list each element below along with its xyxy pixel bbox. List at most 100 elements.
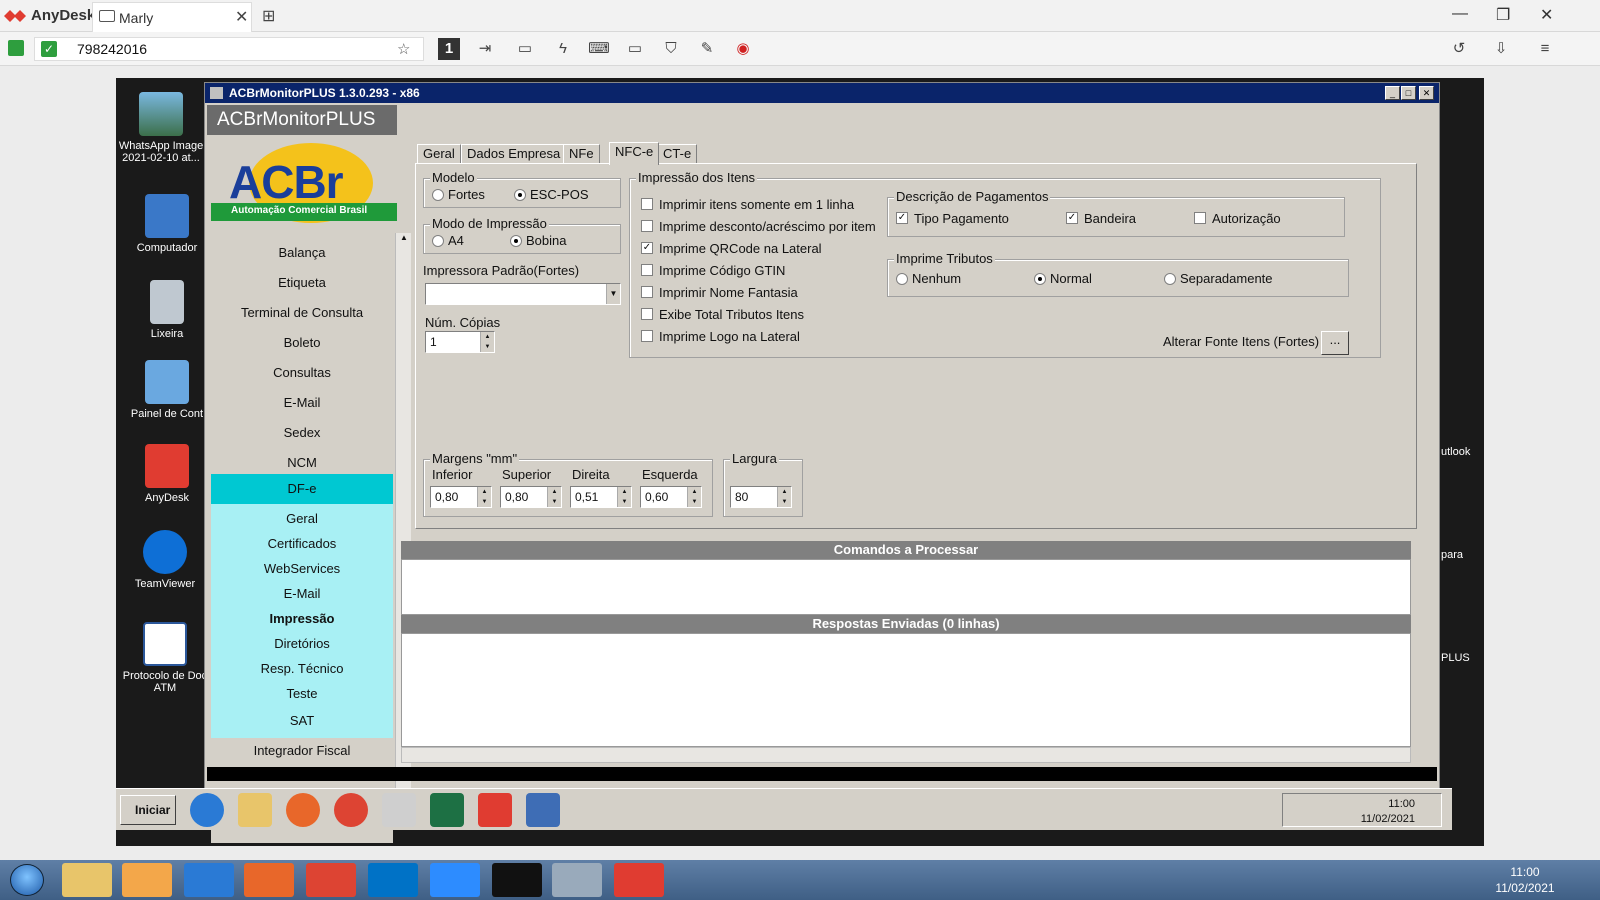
favorite-star-icon[interactable]: ☆	[397, 40, 410, 58]
outlook-icon[interactable]	[368, 863, 418, 897]
folder-icon[interactable]	[238, 793, 272, 827]
stepper-arrows-icon[interactable]: ▲ ▼	[687, 487, 701, 507]
anydesk-taskbar-icon[interactable]	[478, 793, 512, 827]
chrome-local-icon[interactable]	[306, 863, 356, 897]
stepper-arrows-icon[interactable]: ▲ ▼	[617, 487, 631, 507]
check-autorizacao[interactable]: Autorização	[1194, 211, 1281, 226]
excel-icon[interactable]	[430, 793, 464, 827]
record-icon[interactable]: ◉	[732, 38, 754, 60]
nav-sedex[interactable]: Sedex	[211, 425, 393, 440]
radio-escpos[interactable]: ESC-POS	[514, 187, 589, 202]
check-item-4[interactable]: Imprimir Nome Fantasia	[641, 285, 798, 300]
nav-dfe[interactable]: DF-e	[211, 474, 393, 504]
ie-local-icon[interactable]	[184, 863, 234, 897]
zoom-icon[interactable]	[430, 863, 480, 897]
impressora-select[interactable]: ▼	[425, 283, 621, 305]
radio-normal[interactable]: Normal	[1034, 271, 1092, 286]
minimize-button[interactable]: _	[1385, 86, 1400, 100]
nav-consultas[interactable]: Consultas	[211, 365, 393, 380]
desktop-icon-computador[interactable]: Computador	[122, 194, 212, 254]
horizontal-scrollbar[interactable]	[401, 747, 1411, 763]
tab-geral[interactable]: Geral	[417, 144, 461, 164]
acbr-taskbar-icon[interactable]	[526, 793, 560, 827]
scroll-up-icon[interactable]: ▲	[397, 233, 411, 247]
firefox-local-icon[interactable]	[244, 863, 294, 897]
tab-dados-empresa[interactable]: Dados Empresa	[461, 144, 567, 164]
nav-ncm[interactable]: NCM	[211, 455, 393, 470]
radio-separadamente[interactable]: Separadamente	[1164, 271, 1273, 286]
explorer-icon[interactable]	[62, 863, 112, 897]
whiteboard-icon[interactable]: ✎	[696, 38, 718, 60]
nav-sub-teste[interactable]: Teste	[211, 686, 393, 701]
notepad-icon[interactable]	[552, 863, 602, 897]
desktop-icon-anydesk[interactable]: AnyDesk	[122, 444, 212, 504]
nav-boleto[interactable]: Boleto	[211, 335, 393, 350]
address-field[interactable]: ✓ 798242016 ☆	[34, 37, 424, 61]
tab-nfe[interactable]: NFe	[563, 144, 600, 164]
restore-icon[interactable]: ❐	[1496, 5, 1510, 25]
nav-sub-geral[interactable]: Geral	[211, 511, 393, 526]
start-button[interactable]: Iniciar	[120, 795, 176, 825]
radio-fortes[interactable]: Fortes	[432, 187, 485, 202]
local-clock[interactable]: 11:00 11/02/2021	[1490, 864, 1560, 896]
file-transfer-icon[interactable]: ⇥	[474, 38, 496, 60]
nav-sub-impressao[interactable]: Impressão	[211, 611, 393, 626]
nav-sub-email[interactable]: E-Mail	[211, 586, 393, 601]
nav-balanca[interactable]: Balança	[211, 245, 393, 260]
scanner-icon[interactable]	[382, 793, 416, 827]
nav-sub-resp-tecnico[interactable]: Resp. Técnico	[211, 661, 393, 676]
nav-sub-diretorios[interactable]: Diretórios	[211, 636, 393, 651]
check-item-3[interactable]: Imprime Código GTIN	[641, 263, 785, 278]
windows-start-icon[interactable]	[10, 864, 44, 896]
actions-icon[interactable]: ϟ	[552, 38, 574, 60]
close-button[interactable]: ✕	[1419, 86, 1434, 100]
check-item-6[interactable]: Imprime Logo na Lateral	[641, 329, 800, 344]
radio-bobina[interactable]: Bobina	[510, 233, 566, 248]
radio-nenhum[interactable]: Nenhum	[896, 271, 961, 286]
margem-direita-stepper[interactable]: 0,51 ▲ ▼	[570, 486, 632, 508]
check-bandeira[interactable]: ✓ Bandeira	[1066, 211, 1136, 226]
keyboard-icon[interactable]: ⌨	[588, 38, 610, 60]
minimize-icon[interactable]: —	[1452, 5, 1468, 23]
chevron-down-icon[interactable]: ▼	[606, 284, 620, 304]
respostas-memo[interactable]	[401, 633, 1411, 747]
media-player-icon[interactable]	[122, 863, 172, 897]
new-tab-icon[interactable]: ⊞	[262, 6, 275, 26]
nav-sub-webservices[interactable]: WebServices	[211, 561, 393, 576]
stepper-arrows-icon[interactable]: ▲ ▼	[477, 487, 491, 507]
monitor-select-button[interactable]: 1	[438, 38, 460, 60]
chat-icon[interactable]: ▭	[514, 38, 536, 60]
session-tab[interactable]: Marly ✕	[92, 2, 252, 32]
desktop-icon-whatsapp[interactable]: WhatsApp Image 2021-02-10 at...	[116, 92, 206, 164]
nav-sat[interactable]: SAT	[211, 713, 393, 728]
nav-etiqueta[interactable]: Etiqueta	[211, 275, 393, 290]
check-item-2[interactable]: ✓ Imprime QRCode na Lateral	[641, 241, 822, 256]
tab-cte[interactable]: CT-e	[657, 144, 698, 164]
history-icon[interactable]: ↺	[1448, 38, 1470, 60]
stepper-arrows-icon[interactable]: ▲ ▼	[480, 332, 494, 352]
fonte-itens-button[interactable]: ...	[1321, 331, 1349, 355]
remote-clock[interactable]: 11:00 11/02/2021	[1282, 793, 1442, 827]
cmd-icon[interactable]	[492, 863, 542, 897]
close-tab-icon[interactable]: ✕	[235, 7, 248, 27]
firefox-icon[interactable]	[286, 793, 320, 827]
tab-nfce[interactable]: NFC-e	[609, 142, 660, 165]
desktop-icon-lixeira[interactable]: Lixeira	[122, 280, 212, 340]
desktop-icon-painel[interactable]: Painel de Cont	[122, 360, 212, 420]
display-icon[interactable]: ▭	[624, 38, 646, 60]
download-icon[interactable]: ⇩	[1490, 38, 1512, 60]
nav-integrador-fiscal[interactable]: Integrador Fiscal	[211, 743, 393, 758]
permissions-icon[interactable]: ⛉	[660, 38, 682, 60]
check-item-5[interactable]: Exibe Total Tributos Itens	[641, 307, 804, 322]
stepper-arrows-icon[interactable]: ▲ ▼	[547, 487, 561, 507]
comandos-memo[interactable]	[401, 559, 1411, 615]
close-window-icon[interactable]: ✕	[1540, 5, 1553, 25]
chrome-icon[interactable]	[334, 793, 368, 827]
nav-sub-certificados[interactable]: Certificados	[211, 536, 393, 551]
desktop-icon-protocolo[interactable]: Protocolo de Doc ATM	[120, 622, 210, 694]
margem-esquerda-stepper[interactable]: 0,60 ▲ ▼	[640, 486, 702, 508]
check-item-1[interactable]: Imprime desconto/acréscimo por item	[641, 219, 876, 234]
stepper-arrows-icon[interactable]: ▲ ▼	[777, 487, 791, 507]
menu-icon[interactable]: ≡	[1534, 38, 1556, 60]
nav-email[interactable]: E-Mail	[211, 395, 393, 410]
